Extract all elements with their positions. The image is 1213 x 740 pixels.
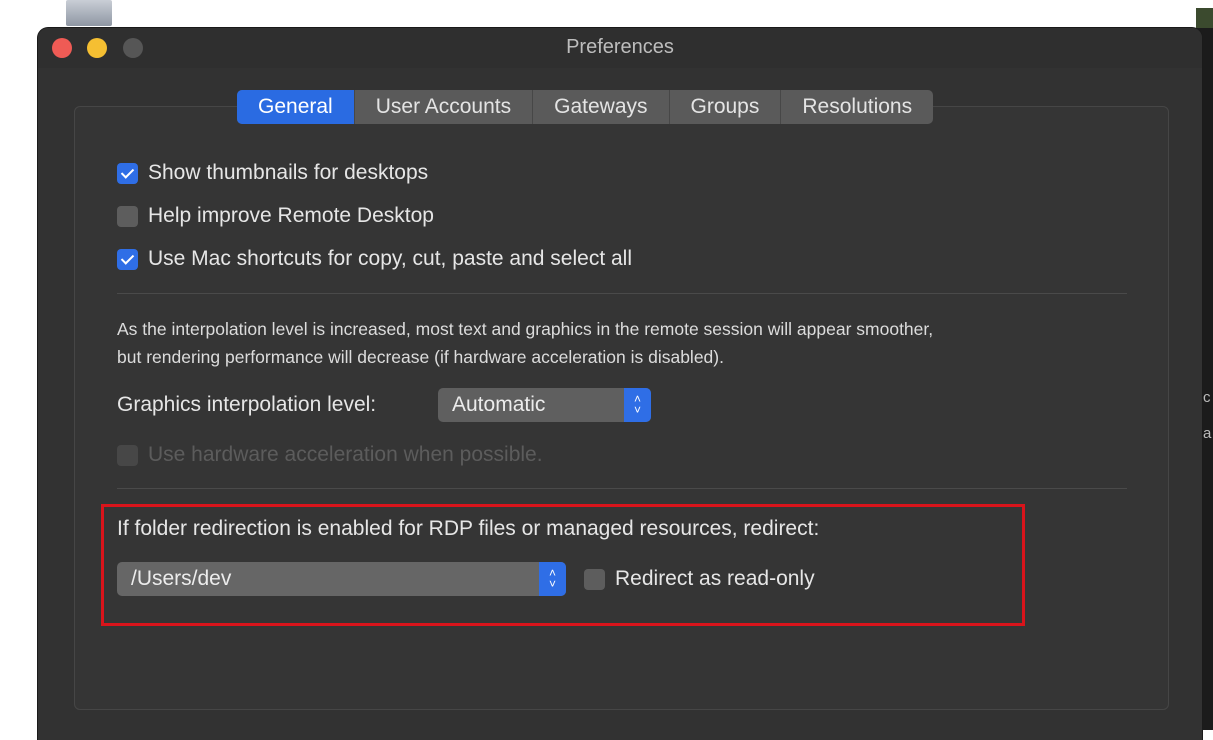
tab-gateways[interactable]: Gateways [533,90,670,124]
help-improve-label: Help improve Remote Desktop [148,204,434,227]
interpolation-label: Graphics interpolation level: [117,393,377,416]
window-title: Preferences [566,36,674,58]
background-app-edge-top [1196,8,1213,28]
background-text: c [1203,389,1211,406]
updown-chevron-icon: ˄ ˅ [539,562,566,596]
tab-user-accounts[interactable]: User Accounts [355,90,534,124]
interpolation-level-value: Automatic [452,393,546,416]
preferences-window: Preferences General User Accounts Gatewa… [38,28,1202,740]
background-text: a [1203,425,1212,442]
mac-shortcuts-checkbox[interactable] [117,248,138,270]
folder-path-select[interactable]: /Users/dev ˄ ˅ [117,562,566,596]
hardware-acceleration-option: Use hardware acceleration when possible. [117,443,543,467]
updown-chevron-icon: ˄ ˅ [624,388,651,422]
help-improve-checkbox[interactable] [117,205,138,227]
tab-bar: General User Accounts Gateways Groups Re… [237,90,934,124]
show-thumbnails-label: Show thumbnails for desktops [148,161,429,184]
hardware-acceleration-checkbox [117,444,138,466]
tab-resolutions[interactable]: Resolutions [781,90,933,124]
read-only-label: Redirect as read-only [615,567,815,590]
mac-shortcuts-label: Use Mac shortcuts for copy, cut, paste a… [148,247,632,270]
interpolation-note-line: As the interpolation level is increased,… [117,319,934,339]
mac-shortcuts-option[interactable]: Use Mac shortcuts for copy, cut, paste a… [117,247,632,271]
show-thumbnails-option[interactable]: Show thumbnails for desktops [117,161,428,185]
help-improve-option[interactable]: Help improve Remote Desktop [117,204,434,228]
tab-general[interactable]: General [237,90,355,124]
divider [117,293,1127,294]
title-bar[interactable]: Preferences [38,28,1202,68]
tab-groups[interactable]: Groups [670,90,782,124]
desktop-background [0,0,1213,8]
folder-redirect-label: If folder redirection is enabled for RDP… [117,517,820,540]
read-only-checkbox[interactable] [584,568,605,590]
divider [117,488,1127,489]
folder-path-value: /Users/dev [131,567,232,590]
read-only-option[interactable]: Redirect as read-only [584,567,815,591]
hardware-acceleration-label: Use hardware acceleration when possible. [148,443,543,466]
interpolation-level-select[interactable]: Automatic ˄ ˅ [438,388,651,422]
show-thumbnails-checkbox[interactable] [117,162,138,184]
interpolation-note-line: but rendering performance will decrease … [117,347,724,367]
desktop-thumbnail [66,0,112,26]
interpolation-note: As the interpolation level is increased,… [117,315,1177,371]
